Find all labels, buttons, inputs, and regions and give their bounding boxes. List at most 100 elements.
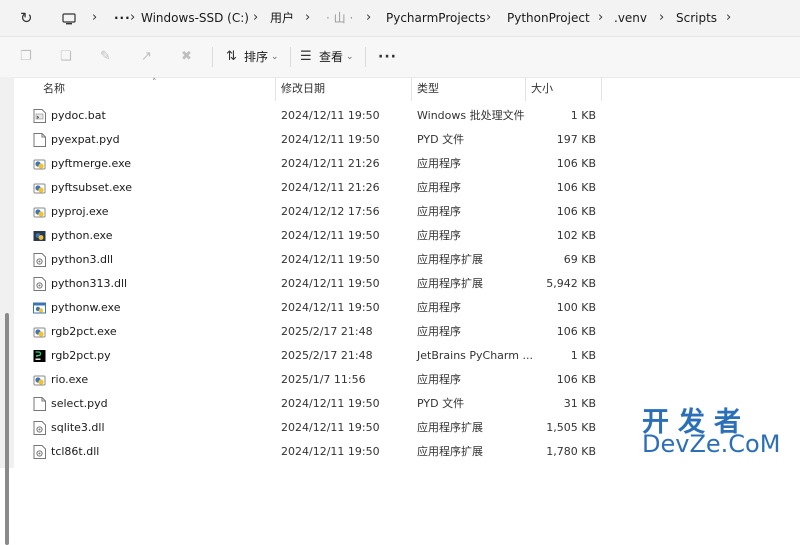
file-name: pyproj.exe [51, 205, 109, 218]
pycharm-file-icon [33, 350, 46, 362]
file-date: 2024/12/11 19:50 [281, 229, 380, 242]
column-divider[interactable] [525, 77, 526, 101]
file-date: 2024/12/12 17:56 [281, 205, 380, 218]
file-type: 应用程序 [417, 157, 461, 170]
file-name: python.exe [51, 229, 113, 242]
file-size: 1 KB [570, 109, 596, 122]
breadcrumb-venv[interactable]: .venv [614, 0, 647, 36]
file-row[interactable]: python313.dll 2024/12/11 19:50 应用程序扩展 5,… [16, 272, 600, 296]
file-name: python3.dll [51, 253, 114, 266]
chevron-right-icon: › [598, 10, 604, 25]
file-type: PYD 文件 [417, 397, 465, 410]
file-row[interactable]: python.exe 2024/12/11 19:50 应用程序 102 KB [16, 224, 600, 248]
toolbar-divider [212, 47, 213, 67]
chevron-right-icon: › [92, 10, 98, 25]
column-header-date[interactable]: 修改日期 [281, 77, 325, 101]
file-row[interactable]: pyexpat.pyd 2024/12/11 19:50 PYD 文件 197 … [16, 128, 600, 152]
file-name: pyftsubset.exe [51, 181, 132, 194]
file-date: 2024/12/11 19:50 [281, 253, 380, 266]
paste-icon[interactable]: ❏ [60, 37, 72, 77]
file-row[interactable]: pyproj.exe 2024/12/12 17:56 应用程序 106 KB [16, 200, 600, 224]
file-date: 2025/2/17 21:48 [281, 325, 373, 338]
view-icon: ☰ [300, 49, 312, 64]
file-row[interactable]: sqlite3.dll 2024/12/11 19:50 应用程序扩展 1,50… [16, 416, 600, 440]
file-name: sqlite3.dll [51, 421, 105, 434]
file-row[interactable]: rgb2pct.py 2025/2/17 21:48 JetBrains PyC… [16, 344, 600, 368]
column-header-size[interactable]: 大小 [531, 77, 553, 101]
file-size: 100 KB [556, 301, 596, 314]
file-date: 2025/1/7 11:56 [281, 373, 366, 386]
breadcrumb-pycharmprojects[interactable]: PycharmProjects [386, 0, 486, 36]
file-row[interactable]: tcl86t.dll 2024/12/11 19:50 应用程序扩展 1,780… [16, 440, 600, 464]
file-size: 5,942 KB [546, 277, 596, 290]
this-pc-icon[interactable] [62, 0, 76, 36]
copy-icon[interactable]: ❐ [20, 37, 32, 77]
file-date: 2024/12/11 19:50 [281, 277, 380, 290]
column-divider[interactable] [275, 77, 276, 101]
breadcrumb-pythonproject[interactable]: PythonProject [507, 0, 590, 36]
file-type: 应用程序扩展 [417, 421, 483, 434]
dll-file-icon [33, 277, 46, 291]
chevron-right-icon: › [366, 10, 372, 25]
file-type: JetBrains PyCharm ... [417, 349, 533, 362]
file-date: 2024/12/11 19:50 [281, 421, 380, 434]
file-row[interactable]: pythonw.exe 2024/12/11 19:50 应用程序 100 KB [16, 296, 600, 320]
file-type: 应用程序 [417, 205, 461, 218]
file-type: 应用程序 [417, 229, 461, 242]
breadcrumb-username[interactable]: · 山 · [326, 0, 353, 36]
file-date: 2024/12/11 19:50 [281, 397, 380, 410]
chevron-right-icon: › [130, 10, 136, 25]
file-date: 2024/12/11 19:50 [281, 301, 380, 314]
breadcrumb-drive[interactable]: Windows-SSD (C:) [141, 0, 249, 36]
file-row[interactable]: select.pyd 2024/12/11 19:50 PYD 文件 31 KB [16, 392, 600, 416]
column-header-row: 名称 ˄ 修改日期 类型 大小 [0, 77, 800, 101]
delete-icon[interactable]: ✖ [181, 37, 192, 77]
file-size: 31 KB [563, 397, 596, 410]
python-exe-icon [33, 207, 46, 218]
column-divider[interactable] [411, 77, 412, 101]
file-row[interactable]: python3.dll 2024/12/11 19:50 应用程序扩展 69 K… [16, 248, 600, 272]
file-type: 应用程序 [417, 181, 461, 194]
chevron-right-icon: › [486, 10, 492, 25]
file-type: 应用程序 [417, 325, 461, 338]
file-date: 2024/12/11 21:26 [281, 181, 380, 194]
view-button[interactable]: 查看 [319, 37, 343, 77]
chevron-right-icon: › [253, 10, 259, 25]
file-row[interactable]: rgb2pct.exe 2025/2/17 21:48 应用程序 106 KB [16, 320, 600, 344]
chevron-down-icon: ⌄ [271, 52, 279, 62]
scrollbar-thumb[interactable] [5, 313, 9, 545]
batch-file-icon [33, 109, 46, 123]
more-options-button[interactable]: ··· [378, 37, 397, 77]
file-size: 106 KB [556, 325, 596, 338]
column-header-type[interactable]: 类型 [417, 77, 439, 101]
sort-button[interactable]: 排序 [244, 37, 268, 77]
breadcrumb-users[interactable]: 用户 [270, 0, 294, 36]
column-divider[interactable] [601, 77, 602, 101]
breadcrumb-scripts[interactable]: Scripts [676, 0, 717, 36]
file-name: pydoc.bat [51, 109, 106, 122]
python-window-icon [33, 302, 46, 314]
file-row[interactable]: rio.exe 2025/1/7 11:56 应用程序 106 KB [16, 368, 600, 392]
python-exe-icon [33, 375, 46, 386]
chevron-right-icon: › [305, 10, 311, 25]
blank-file-icon [33, 397, 46, 411]
file-size: 106 KB [556, 205, 596, 218]
file-row[interactable]: pydoc.bat 2024/12/11 19:50 Windows 批处理文件… [16, 104, 600, 128]
column-header-name[interactable]: 名称 [43, 77, 65, 101]
file-name: rgb2pct.py [51, 349, 111, 362]
file-row[interactable]: pyftmerge.exe 2024/12/11 21:26 应用程序 106 … [16, 152, 600, 176]
file-date: 2024/12/11 19:50 [281, 109, 380, 122]
file-type: 应用程序扩展 [417, 253, 483, 266]
file-date: 2024/12/11 19:50 [281, 445, 380, 458]
python-exe-icon [33, 327, 46, 338]
share-icon[interactable]: ↗ [141, 37, 152, 77]
address-more-button[interactable]: ··· [114, 0, 131, 36]
file-type: Windows 批处理文件 [417, 109, 525, 122]
blank-file-icon [33, 133, 46, 147]
rename-icon[interactable]: ✎ [100, 37, 111, 77]
file-type: 应用程序扩展 [417, 445, 483, 458]
refresh-icon[interactable]: ↻ [20, 0, 33, 36]
file-date: 2025/2/17 21:48 [281, 349, 373, 362]
file-row[interactable]: pyftsubset.exe 2024/12/11 21:26 应用程序 106… [16, 176, 600, 200]
dll-file-icon [33, 445, 46, 459]
